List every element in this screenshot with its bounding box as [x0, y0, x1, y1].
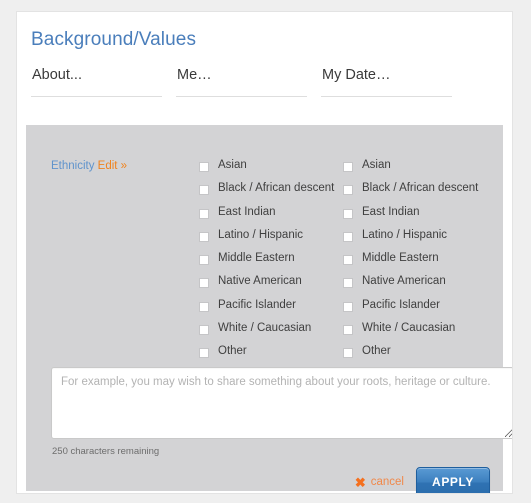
close-icon: ✖ — [354, 474, 366, 490]
checkbox-ethnicity-match-7[interactable] — [343, 325, 353, 336]
checkbox-ethnicity-match-2[interactable] — [343, 208, 353, 219]
checkbox-ethnicity-match-8[interactable] — [343, 348, 353, 359]
checkbox-label: Native American — [218, 275, 302, 288]
checkbox-row[interactable]: Black / African descent — [343, 182, 503, 205]
checkbox-label: Asian — [218, 159, 247, 171]
checkbox-row[interactable]: White / Caucasian — [199, 322, 359, 345]
checkbox-row[interactable]: Middle Eastern — [199, 252, 359, 275]
checkbox-row[interactable]: White / Caucasian — [343, 322, 503, 345]
field-label-group: Ethnicity Edit » — [51, 160, 127, 172]
checkbox-row[interactable]: Latino / Hispanic — [199, 229, 359, 252]
field-name-label: Ethnicity — [51, 160, 95, 172]
checkbox-ethnicity-self-2[interactable] — [199, 208, 209, 219]
checkbox-ethnicity-self-5[interactable] — [199, 278, 209, 289]
checkbox-ethnicity-match-6[interactable] — [343, 301, 353, 312]
checkbox-row[interactable]: Native American — [343, 275, 503, 298]
tab-about[interactable]: About... — [31, 67, 162, 97]
checkbox-ethnicity-self-4[interactable] — [199, 255, 209, 266]
checkbox-label: East Indian — [218, 205, 276, 218]
checkbox-row[interactable]: Pacific Islander — [199, 299, 359, 322]
checkbox-ethnicity-self-3[interactable] — [199, 231, 209, 242]
checkbox-label: Black / African descent — [218, 182, 335, 195]
checkbox-ethnicity-match-4[interactable] — [343, 255, 353, 266]
tab-bar: About... Me… My Date… — [31, 67, 493, 105]
checkbox-row[interactable]: Pacific Islander — [343, 299, 503, 322]
checkbox-label: White / Caucasian — [362, 322, 456, 335]
checkbox-label: Native American — [362, 275, 446, 288]
checkbox-label: Middle Eastern — [218, 252, 295, 265]
checkbox-label: Latino / Hispanic — [218, 228, 304, 241]
checkbox-row[interactable]: East Indian — [199, 206, 359, 229]
checkbox-label: East Indian — [362, 205, 420, 218]
checkbox-row[interactable]: Asian — [343, 159, 503, 182]
checkbox-label: Pacific Islander — [218, 298, 296, 311]
checkbox-label: Middle Eastern — [362, 252, 439, 265]
checkbox-row[interactable]: Black / African descent — [199, 182, 359, 205]
apply-button-label: APPLY — [432, 475, 474, 489]
checkbox-label: Black / African descent — [362, 182, 479, 195]
edit-link[interactable]: Edit » — [98, 160, 127, 172]
cancel-button[interactable]: ✖ cancel — [355, 476, 404, 489]
note-textarea[interactable] — [51, 367, 512, 439]
apply-button[interactable]: APPLY — [416, 466, 490, 493]
checkbox-ethnicity-self-7[interactable] — [199, 325, 209, 336]
checkbox-ethnicity-self-8[interactable] — [199, 348, 209, 359]
checkbox-ethnicity-self-0[interactable] — [199, 162, 209, 172]
checkbox-ethnicity-match-5[interactable] — [343, 278, 353, 289]
tab-me[interactable]: Me… — [176, 67, 307, 97]
characters-remaining-label: 250 characters remaining — [52, 446, 160, 457]
checkbox-row[interactable]: Other — [343, 345, 503, 368]
ethnicity-panel: Ethnicity Edit » Asian Black / African de… — [26, 125, 512, 493]
checkbox-ethnicity-self-1[interactable] — [199, 185, 209, 196]
checkbox-label: Other — [218, 345, 247, 358]
checkbox-ethnicity-match-0[interactable] — [343, 162, 353, 172]
checkbox-label: Asian — [362, 159, 391, 171]
action-row: ✖ cancel APPLY — [355, 466, 490, 493]
checkbox-row[interactable]: East Indian — [343, 206, 503, 229]
cancel-button-label: cancel — [370, 476, 404, 488]
page-title: Background/Values — [31, 29, 197, 50]
tab-about-label: About... — [32, 67, 82, 83]
checkbox-row[interactable]: Asian — [199, 159, 359, 182]
checkbox-row[interactable]: Native American — [199, 275, 359, 298]
checkbox-label: Pacific Islander — [362, 298, 440, 311]
checkbox-label: Other — [362, 345, 391, 358]
checkbox-label: White / Caucasian — [218, 322, 312, 335]
tab-my-date-label: My Date… — [322, 67, 391, 83]
profile-edit-card: Background/Values About... Me… My Date… … — [16, 11, 513, 494]
checkbox-label: Latino / Hispanic — [362, 228, 448, 241]
checkbox-row[interactable]: Latino / Hispanic — [343, 229, 503, 252]
ethnicity-self-column: Asian Black / African descent East Indian L… — [199, 159, 359, 369]
checkbox-ethnicity-match-3[interactable] — [343, 231, 353, 242]
checkbox-ethnicity-self-6[interactable] — [199, 301, 209, 312]
ethnicity-match-column: Asian Black / African descent East Indian L… — [343, 159, 503, 369]
tab-me-label: Me… — [177, 67, 212, 83]
tab-my-date[interactable]: My Date… — [321, 67, 452, 97]
checkbox-row[interactable]: Middle Eastern — [343, 252, 503, 275]
note-field-wrapper — [51, 367, 512, 439]
checkbox-ethnicity-match-1[interactable] — [343, 185, 353, 196]
checkbox-row[interactable]: Other — [199, 345, 359, 368]
